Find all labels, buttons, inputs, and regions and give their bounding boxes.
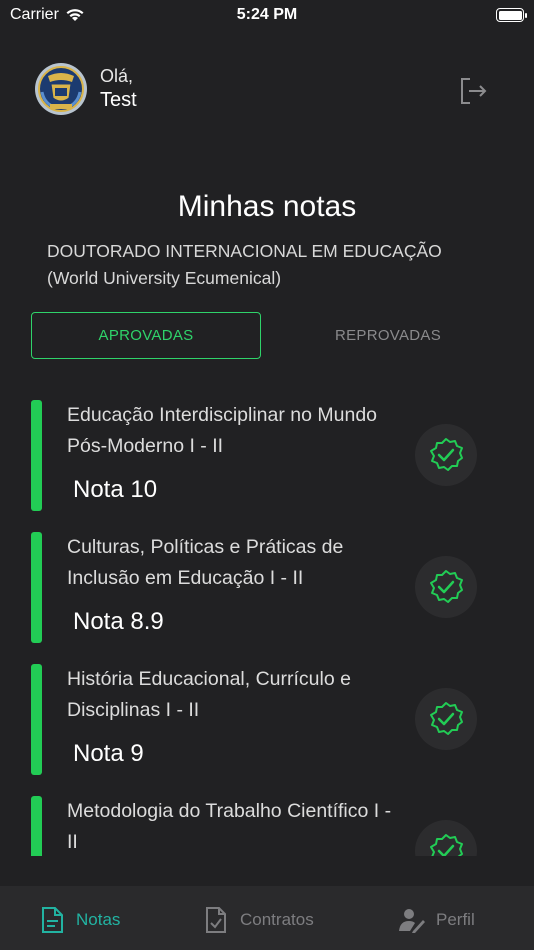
subject-name: Educação Interdisciplinar no Mundo Pós-M…: [67, 404, 378, 457]
grade-card[interactable]: Metodologia do Trabalho Científico I - I…: [31, 796, 481, 856]
document-icon: [42, 907, 63, 933]
grade-card[interactable]: História Educacional, Currículo e Discip…: [31, 664, 481, 775]
greeting-block: Olá, Test: [100, 65, 137, 113]
course-name: DOUTORADO INTERNACIONAL EM EDUCAÇÃO (Wor…: [47, 241, 442, 288]
user-edit-icon: [399, 909, 425, 933]
grade-card[interactable]: Culturas, Políticas e Práticas de Inclus…: [31, 532, 481, 643]
tab-bar: APROVADAS REPROVADAS: [31, 312, 503, 359]
approved-badge: [415, 556, 477, 618]
nav-perfil-label: Perfil: [436, 910, 475, 929]
user-header: Olá, Test: [34, 62, 137, 116]
approved-badge: [415, 424, 477, 486]
nav-notas-label: Notas: [76, 910, 121, 929]
approved-badge: [415, 820, 477, 856]
subject-name: História Educacional, Currículo e Discip…: [67, 668, 351, 721]
tab-aprovadas[interactable]: APROVADAS: [31, 312, 261, 359]
bottom-nav: Notas Contratos Perfil: [0, 886, 534, 950]
status-bar-indicator: [31, 532, 42, 643]
subject-name: Culturas, Políticas e Práticas de Inclus…: [67, 536, 344, 589]
status-bar-indicator: [31, 796, 42, 856]
grade-value: Nota 10: [73, 476, 158, 503]
subject-name: Metodologia do Trabalho Científico I - I…: [67, 800, 392, 853]
status-time: 5:24 PM: [236, 6, 298, 23]
avatar: [35, 63, 87, 115]
nav-perfil[interactable]: Perfil: [398, 906, 475, 934]
greeting-text: Olá,: [100, 66, 134, 86]
grade-card[interactable]: Educação Interdisciplinar no Mundo Pós-M…: [31, 400, 481, 511]
nav-contratos[interactable]: Contratos: [202, 906, 314, 934]
tab-reprovadas[interactable]: REPROVADAS: [273, 312, 503, 359]
username: Test: [100, 89, 137, 111]
page-title: Minhas notas: [177, 190, 357, 223]
grade-value: Nota 9: [73, 740, 144, 767]
nav-contratos-label: Contratos: [240, 910, 314, 929]
status-bar-indicator: [31, 664, 42, 775]
check-badge-icon: [430, 570, 463, 603]
check-badge-icon: [430, 438, 463, 471]
grades-list[interactable]: Educação Interdisciplinar no Mundo Pós-M…: [31, 400, 481, 856]
grade-value: Nota 8.9: [73, 608, 164, 635]
status-bar-indicator: [31, 400, 42, 511]
check-badge-icon: [430, 702, 463, 735]
status-bar: Carrier 5:24 PM: [0, 0, 534, 30]
contract-check-icon: [206, 907, 226, 933]
logout-icon[interactable]: [458, 76, 488, 106]
nav-notas[interactable]: Notas: [38, 906, 120, 934]
battery-icon: [496, 8, 527, 22]
check-badge-icon: [430, 834, 463, 856]
approved-badge: [415, 688, 477, 750]
